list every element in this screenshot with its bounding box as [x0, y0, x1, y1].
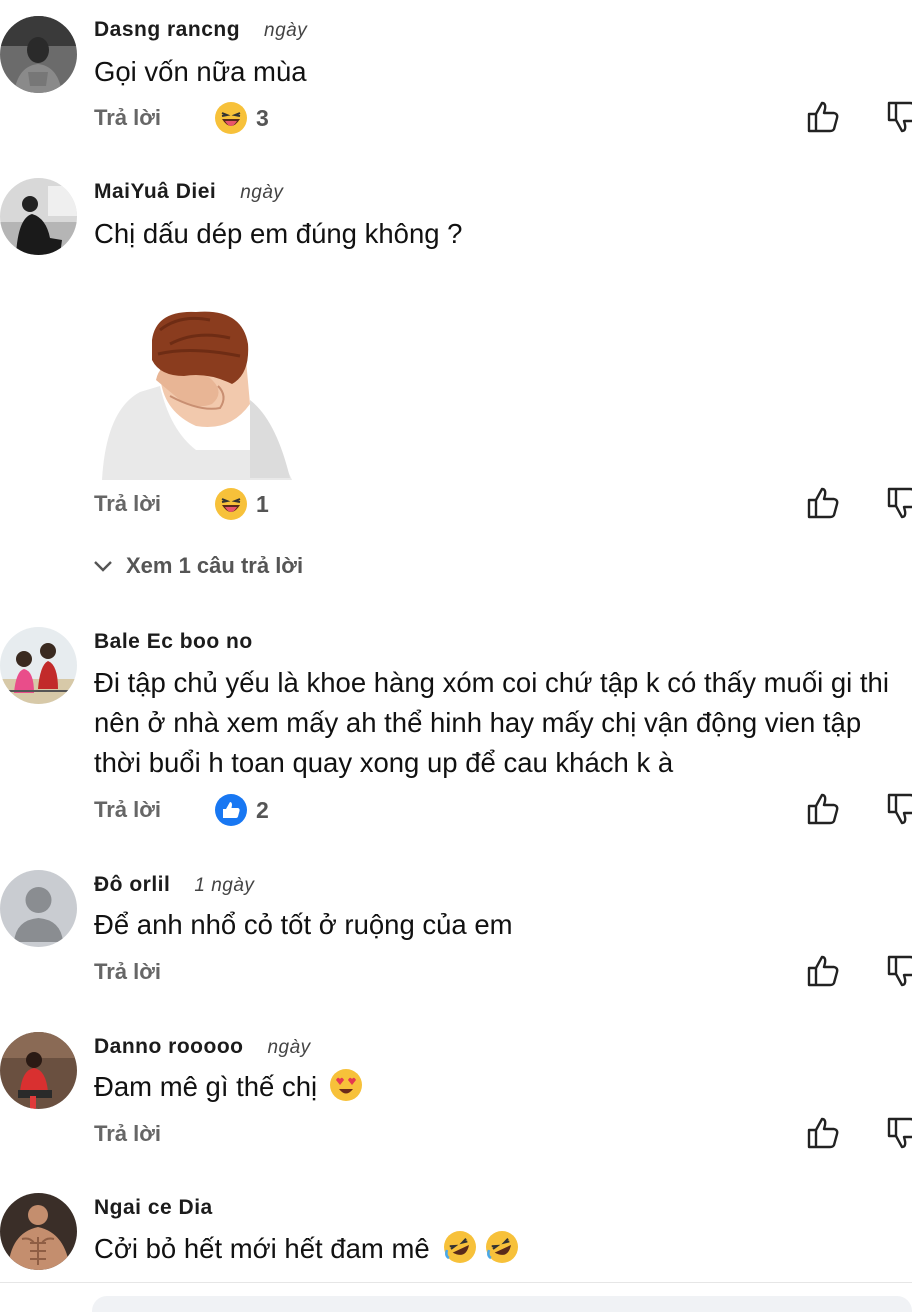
- comment-text: Gọi vốn nữa mùa: [94, 56, 307, 87]
- thumbs-down-icon[interactable]: [886, 1116, 912, 1150]
- heart-eyes-emoji-icon: [329, 1069, 362, 1101]
- author-name[interactable]: Đô orlil 1 ngày: [94, 873, 254, 897]
- thumbs-up-icon[interactable]: [806, 1116, 840, 1150]
- avatar[interactable]: [0, 870, 77, 947]
- rolling-laughing-emoji-icon: [444, 1231, 477, 1263]
- author-name[interactable]: Ngai ce Dia: [94, 1196, 237, 1220]
- reaction-summary[interactable]: 2: [214, 793, 269, 827]
- avatar[interactable]: [0, 1032, 77, 1109]
- chevron-down-icon: [94, 561, 112, 572]
- comment-input[interactable]: [92, 1296, 912, 1312]
- reply-button[interactable]: Trả lời: [94, 1121, 161, 1147]
- reaction-count: 1: [256, 490, 269, 517]
- thumbs-up-icon[interactable]: [806, 954, 840, 988]
- author-name[interactable]: Danno rooooo ngày: [94, 1035, 311, 1059]
- thumbs-up-icon[interactable]: [806, 792, 840, 826]
- sticker-image: [100, 300, 296, 480]
- thumbs-down-icon[interactable]: [886, 954, 912, 988]
- thumbs-up-icon[interactable]: [806, 486, 840, 520]
- comment-text: Đam mê gì thế chị: [94, 1067, 909, 1107]
- author-name[interactable]: MaiYuâ Diei ngày: [94, 180, 283, 204]
- avatar[interactable]: [0, 627, 77, 704]
- comment-text: Để anh nhổ cỏ tốt ở ruộng của em: [94, 909, 513, 940]
- comment-text: Chị dấu dép em đúng không ?: [94, 218, 463, 249]
- thumbs-down-icon[interactable]: [886, 486, 912, 520]
- reaction-summary[interactable]: 1: [214, 487, 269, 521]
- reply-button[interactable]: Trả lời: [94, 797, 161, 823]
- reaction-summary[interactable]: 3: [214, 101, 269, 135]
- reaction-count: 3: [256, 104, 269, 131]
- laughing-emoji-icon: [215, 488, 247, 520]
- avatar[interactable]: [0, 178, 77, 255]
- thumbs-down-icon[interactable]: [886, 100, 912, 134]
- view-replies-button[interactable]: Xem 1 câu trả lời: [92, 553, 303, 579]
- thumbs-up-icon[interactable]: [806, 100, 840, 134]
- divider: [0, 1282, 912, 1283]
- blue-like-icon: [215, 794, 247, 826]
- reaction-count: 2: [256, 796, 269, 823]
- laughing-emoji-icon: [215, 102, 247, 134]
- comment-text: Cởi bỏ hết mới hết đam mê: [94, 1229, 909, 1269]
- avatar[interactable]: [0, 1193, 77, 1270]
- comment-text: Đi tập chủ yếu là khoe hàng xóm coi chứ …: [94, 667, 889, 778]
- view-replies-label: Xem 1 câu trả lời: [126, 553, 304, 578]
- rolling-laughing-emoji-icon: [485, 1231, 518, 1263]
- reply-button[interactable]: Trả lời: [94, 959, 161, 985]
- reply-button[interactable]: Trả lời: [94, 491, 161, 517]
- author-name[interactable]: Dasng rancng ngày: [94, 18, 307, 42]
- avatar[interactable]: [0, 16, 77, 93]
- reply-button[interactable]: Trả lời: [94, 105, 161, 131]
- thumbs-down-icon[interactable]: [886, 792, 912, 826]
- author-name[interactable]: Bale Ec boo no: [94, 630, 277, 654]
